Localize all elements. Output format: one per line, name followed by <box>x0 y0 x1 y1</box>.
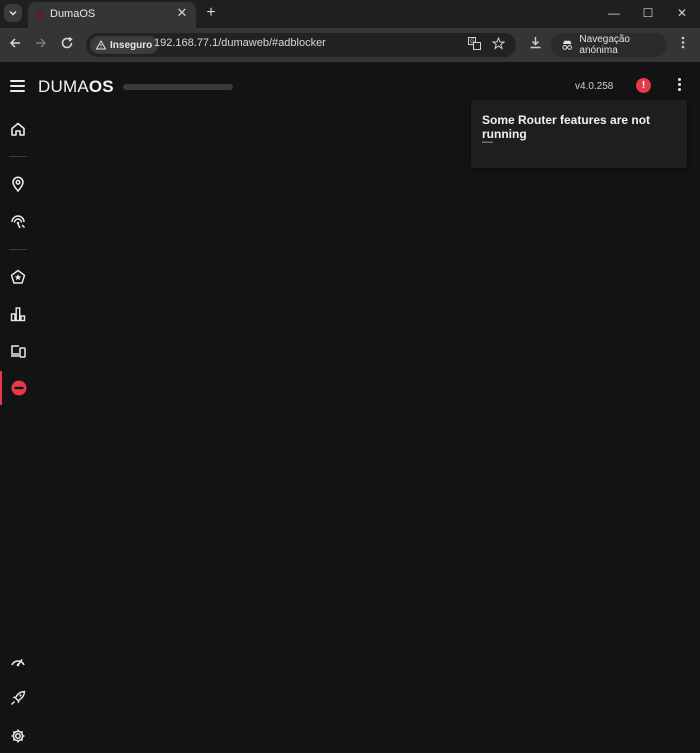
kebab-dot <box>677 78 681 81</box>
network-monitor-icon <box>10 307 26 322</box>
favicon-icon <box>36 11 44 19</box>
tab-close-button[interactable]: ✕ <box>174 5 190 21</box>
geo-filter-icon <box>12 176 24 192</box>
sidebar-item-ad-blocker[interactable] <box>0 371 36 405</box>
translate-icon: G <box>467 37 481 50</box>
ad-blocker-icon <box>11 380 27 396</box>
logo-bold: OS <box>88 77 114 96</box>
new-tab-button[interactable]: + <box>202 4 220 22</box>
sidebar-item-ping-heatmap[interactable] <box>0 204 36 238</box>
incognito-badge[interactable]: Navegação anónima <box>551 33 667 57</box>
sidebar-item-network-monitor[interactable] <box>0 297 36 331</box>
sidebar-item-speedtest[interactable] <box>0 644 36 678</box>
notification-dropdown: Some Router features are not running — <box>471 100 687 168</box>
sidebar-divider <box>9 156 27 157</box>
downloads-button[interactable] <box>526 36 544 54</box>
ping-heatmap-icon <box>11 215 26 229</box>
bookmark-button[interactable] <box>490 36 506 53</box>
window-close-button[interactable]: ✕ <box>672 4 692 22</box>
svg-text:G: G <box>470 38 475 45</box>
notification-heading: Some Router features are not running <box>482 113 651 141</box>
back-icon <box>9 38 20 48</box>
back-button[interactable] <box>6 36 24 54</box>
qos-icon <box>10 269 26 284</box>
home-icon <box>11 122 25 136</box>
hamburger-line <box>10 90 25 92</box>
sidebar-item-devices[interactable] <box>0 334 36 368</box>
maximize-button[interactable]: ☐ <box>638 4 658 22</box>
devices-icon <box>11 345 26 358</box>
browser-toolbar: Inseguro 192.168.77.1/dumaweb/#adblocker… <box>0 28 700 62</box>
version-label: v4.0.258 <box>575 81 614 92</box>
chevron-down-icon <box>9 10 17 16</box>
reload-button[interactable] <box>58 36 76 54</box>
rocket-icon <box>11 690 26 705</box>
forward-button[interactable] <box>32 36 50 54</box>
sidebar-item-home[interactable] <box>0 112 36 146</box>
sidebar-item-qos[interactable] <box>0 260 36 294</box>
sidebar-divider <box>9 249 27 250</box>
sidebar-item-boost[interactable] <box>0 681 36 715</box>
url-text[interactable]: 192.168.77.1/dumaweb/#adblocker <box>154 37 326 49</box>
address-bar[interactable]: Inseguro 192.168.77.1/dumaweb/#adblocker… <box>86 33 516 57</box>
security-label: Inseguro <box>110 39 153 51</box>
browser-menu-button[interactable] <box>674 36 692 54</box>
tab-list-button[interactable] <box>4 4 22 22</box>
dumaos-logo[interactable]: DUMAOS <box>38 77 114 97</box>
star-icon <box>491 36 505 50</box>
hamburger-line <box>10 85 25 87</box>
minimize-button[interactable]: — <box>604 4 624 22</box>
settings-icon <box>11 729 25 743</box>
tab-title: DumaOS <box>50 8 96 20</box>
sidebar <box>0 108 36 750</box>
hamburger-line <box>10 80 25 82</box>
sidebar-item-settings[interactable] <box>0 719 36 753</box>
security-chip[interactable]: Inseguro <box>90 36 159 54</box>
notification-subtext: — <box>482 136 493 148</box>
kebab-dot <box>677 88 681 91</box>
translate-button[interactable]: G <box>466 37 482 53</box>
reload-icon <box>61 36 73 49</box>
warning-icon <box>96 40 106 50</box>
sidebar-item-geo-filter[interactable] <box>0 167 36 201</box>
incognito-icon <box>562 40 572 50</box>
incognito-label: Navegação anónima <box>579 34 630 56</box>
browser-tabbar: DumaOS ✕ + <box>0 0 700 28</box>
hamburger-menu-button[interactable] <box>10 80 25 92</box>
kebab-dot <box>677 83 681 86</box>
forward-icon <box>36 38 47 48</box>
more-options-button[interactable] <box>676 78 682 92</box>
alert-button[interactable]: ! <box>636 78 651 93</box>
menu-icon <box>681 36 685 49</box>
loading-bar <box>123 84 233 90</box>
speedtest-icon <box>11 659 25 667</box>
logo-regular: DUMA <box>38 77 89 96</box>
browser-tab[interactable]: DumaOS ✕ <box>28 2 196 28</box>
download-icon <box>530 37 540 49</box>
